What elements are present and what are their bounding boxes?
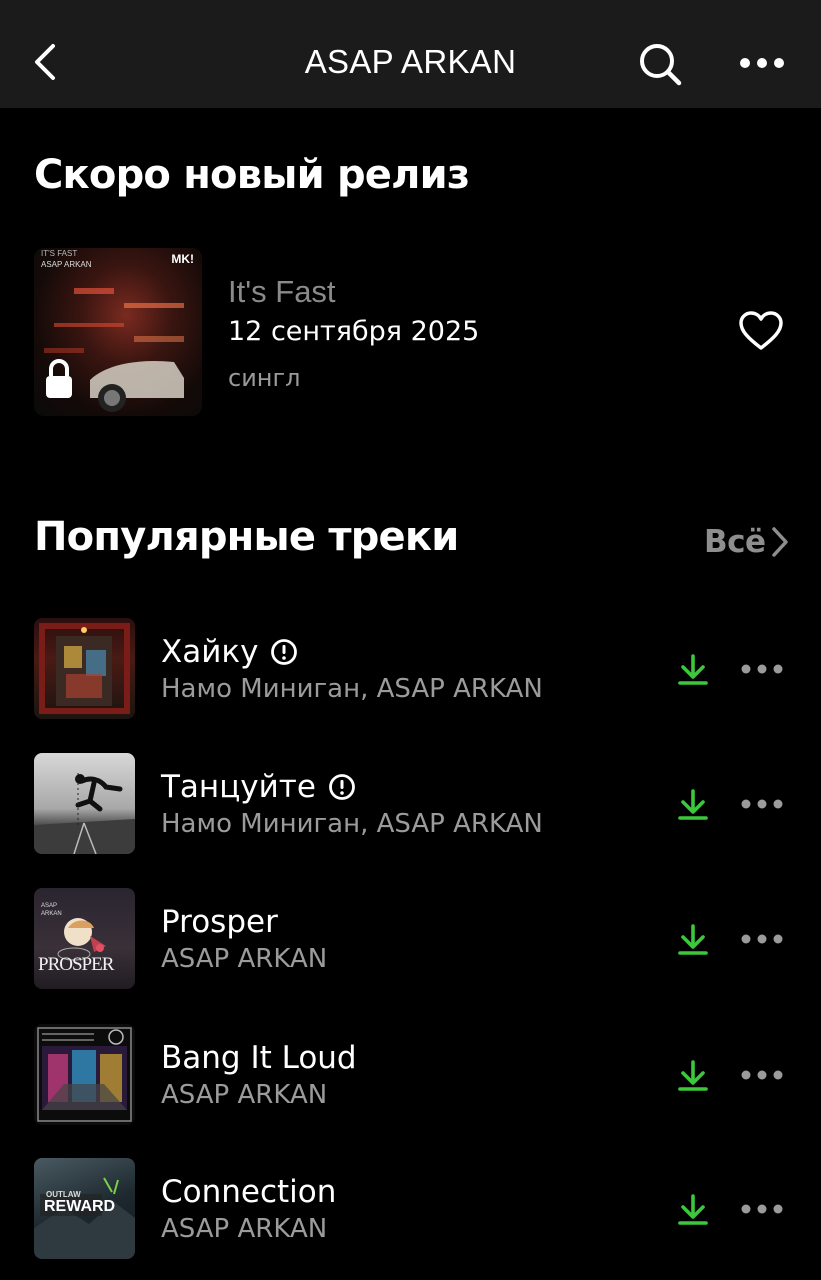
track-cover bbox=[34, 1024, 135, 1125]
downloaded-icon bbox=[678, 1060, 708, 1091]
upcoming-release-card[interactable]: IT'S FAST ASAP ARKAN MK! It's Fast 12 се… bbox=[34, 248, 788, 416]
track-cover-art bbox=[34, 773, 135, 854]
explicit-icon bbox=[271, 639, 298, 665]
downloaded-icon bbox=[678, 924, 708, 955]
track-cover bbox=[34, 753, 135, 854]
track-artist: ASAP ARKAN bbox=[161, 1214, 328, 1244]
search-icon bbox=[640, 44, 682, 86]
release-cover-text: IT'S FAST bbox=[41, 249, 78, 258]
track-artist: ASAP ARKAN bbox=[161, 1080, 328, 1110]
track-artist: ASAP ARKAN bbox=[161, 944, 328, 974]
track-artist: Намо Миниган, ASAP ARKAN bbox=[161, 809, 543, 839]
track-more-button[interactable] bbox=[740, 1199, 784, 1219]
track-cover: ASAP ARKAN PROSPER bbox=[34, 888, 135, 989]
track-title: Bang It Loud bbox=[161, 1040, 357, 1076]
track-title: Хайку bbox=[161, 634, 259, 670]
track-artist: Намо Миниган, ASAP ARKAN bbox=[161, 674, 543, 704]
explicit-icon bbox=[329, 774, 355, 800]
track-row[interactable]: ASAP ARKAN PROSPER Prosper ASAP ARKAN bbox=[34, 888, 794, 990]
track-cover-text: REWARD bbox=[44, 1198, 116, 1215]
downloaded-icon bbox=[678, 654, 708, 685]
see-all-label: Всё bbox=[704, 524, 766, 560]
track-row[interactable]: OUTLAW REWARD Connection ASAP ARKAN bbox=[34, 1158, 794, 1260]
track-more-button[interactable] bbox=[740, 794, 784, 814]
release-date: 12 сентября 2025 bbox=[228, 316, 480, 347]
track-title: Танцуйте bbox=[161, 769, 316, 805]
top-bar: ASAP ARKAN bbox=[0, 0, 821, 108]
track-more-button[interactable] bbox=[740, 659, 784, 679]
more-horizontal-icon bbox=[740, 58, 784, 68]
release-cover-logo: MK! bbox=[171, 252, 194, 266]
release-cover-art bbox=[44, 288, 184, 412]
search-button[interactable] bbox=[636, 40, 684, 88]
popular-tracks-heading: Популярные треки bbox=[34, 514, 459, 560]
release-cover-artist: ASAP ARKAN bbox=[41, 260, 92, 269]
upcoming-release-heading: Скоро новый релиз bbox=[34, 152, 470, 198]
like-button[interactable] bbox=[738, 310, 784, 352]
heart-icon bbox=[739, 311, 783, 350]
track-cover bbox=[34, 618, 135, 719]
release-cover: IT'S FAST ASAP ARKAN MK! bbox=[34, 248, 202, 416]
track-cover-art bbox=[37, 1027, 132, 1122]
track-row[interactable]: Bang It Loud ASAP ARKAN bbox=[34, 1024, 794, 1126]
track-title: Connection bbox=[161, 1174, 337, 1210]
track-more-button[interactable] bbox=[740, 1065, 784, 1085]
track-cover: OUTLAW REWARD bbox=[34, 1158, 135, 1259]
track-cover-text: PROSPER bbox=[38, 954, 114, 975]
track-row[interactable]: Хайку Намо Миниган, ASAP ARKAN bbox=[34, 618, 794, 720]
track-title: Prosper bbox=[161, 904, 278, 940]
track-cover-art bbox=[39, 623, 130, 714]
downloaded-icon bbox=[678, 1194, 708, 1225]
chevron-right-icon bbox=[771, 527, 788, 557]
more-options-button[interactable] bbox=[738, 52, 786, 74]
track-cover-small-text: ASAP ARKAN bbox=[41, 903, 62, 917]
release-type: сингл bbox=[228, 364, 301, 392]
track-more-button[interactable] bbox=[740, 929, 784, 949]
release-title[interactable]: It's Fast bbox=[228, 274, 336, 310]
see-all-link[interactable]: Всё bbox=[704, 520, 790, 564]
page-title: ASAP ARKAN bbox=[304, 43, 517, 80]
track-row[interactable]: Танцуйте Намо Миниган, ASAP ARKAN bbox=[34, 753, 794, 855]
downloaded-icon bbox=[678, 789, 708, 820]
